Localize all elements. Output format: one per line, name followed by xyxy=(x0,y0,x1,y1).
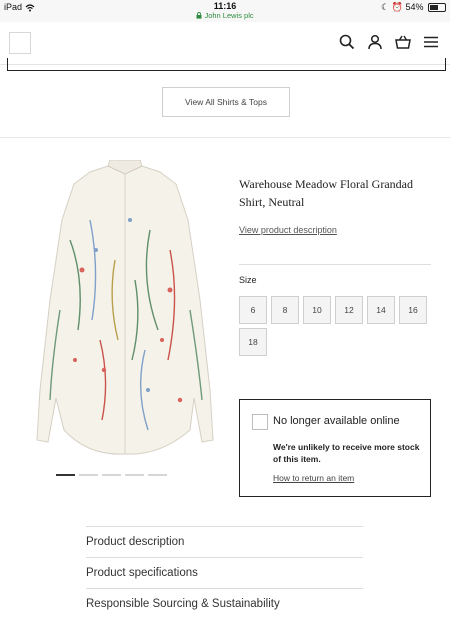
accordion-item[interactable]: Product specifications xyxy=(86,557,363,588)
size-label: Size xyxy=(239,275,257,285)
info-divider xyxy=(239,264,431,265)
previous-section-box xyxy=(7,58,446,71)
account-icon[interactable] xyxy=(366,33,384,51)
size-option[interactable]: 10 xyxy=(303,296,331,324)
basket-icon[interactable] xyxy=(394,33,412,51)
menu-icon[interactable] xyxy=(422,33,440,51)
carousel-dot[interactable] xyxy=(79,474,98,476)
view-all-shirts-button[interactable]: View All Shirts & Tops xyxy=(162,87,290,117)
search-icon[interactable] xyxy=(338,33,356,51)
lock-icon xyxy=(196,12,202,19)
return-item-link[interactable]: How to return an item xyxy=(273,473,354,483)
alarm-icon: ⏰ xyxy=(391,2,403,12)
accordion-item[interactable]: Product description xyxy=(86,526,363,557)
carousel-dot[interactable] xyxy=(125,474,144,476)
size-option[interactable]: 8 xyxy=(271,296,299,324)
carousel-dot[interactable] xyxy=(56,474,75,476)
size-option[interactable]: 16 xyxy=(399,296,427,324)
logo[interactable] xyxy=(9,32,31,54)
battery-level xyxy=(430,5,438,11)
battery-icon xyxy=(428,3,446,13)
status-right: ☾ ⏰ 54% xyxy=(381,2,446,13)
availability-checkbox[interactable] xyxy=(252,414,268,430)
size-option[interactable]: 18 xyxy=(239,328,267,356)
availability-heading: No longer available online xyxy=(273,415,400,427)
product-image[interactable] xyxy=(30,160,220,460)
status-bar: iPad 11:16 John Lewis plc ☾ ⏰ 54% xyxy=(0,0,450,22)
availability-panel: No longer available online We're unlikel… xyxy=(239,399,431,497)
size-option[interactable]: 12 xyxy=(335,296,363,324)
view-product-description-link[interactable]: View product description xyxy=(239,225,337,235)
carousel-dot[interactable] xyxy=(148,474,167,476)
carousel-dot[interactable] xyxy=(102,474,121,476)
site-name: John Lewis plc xyxy=(204,11,254,20)
moon-icon: ☾ xyxy=(381,2,390,12)
battery-percent: 54% xyxy=(405,2,424,12)
size-option[interactable]: 14 xyxy=(367,296,395,324)
section-divider xyxy=(0,137,450,138)
product-title: Warehouse Meadow Floral Grandad Shirt, N… xyxy=(239,177,413,209)
availability-message: We're unlikely to receive more stock of … xyxy=(273,442,420,464)
size-option[interactable]: 6 xyxy=(239,296,267,324)
accordion-item[interactable]: Responsible Sourcing & Sustainability xyxy=(86,588,363,619)
